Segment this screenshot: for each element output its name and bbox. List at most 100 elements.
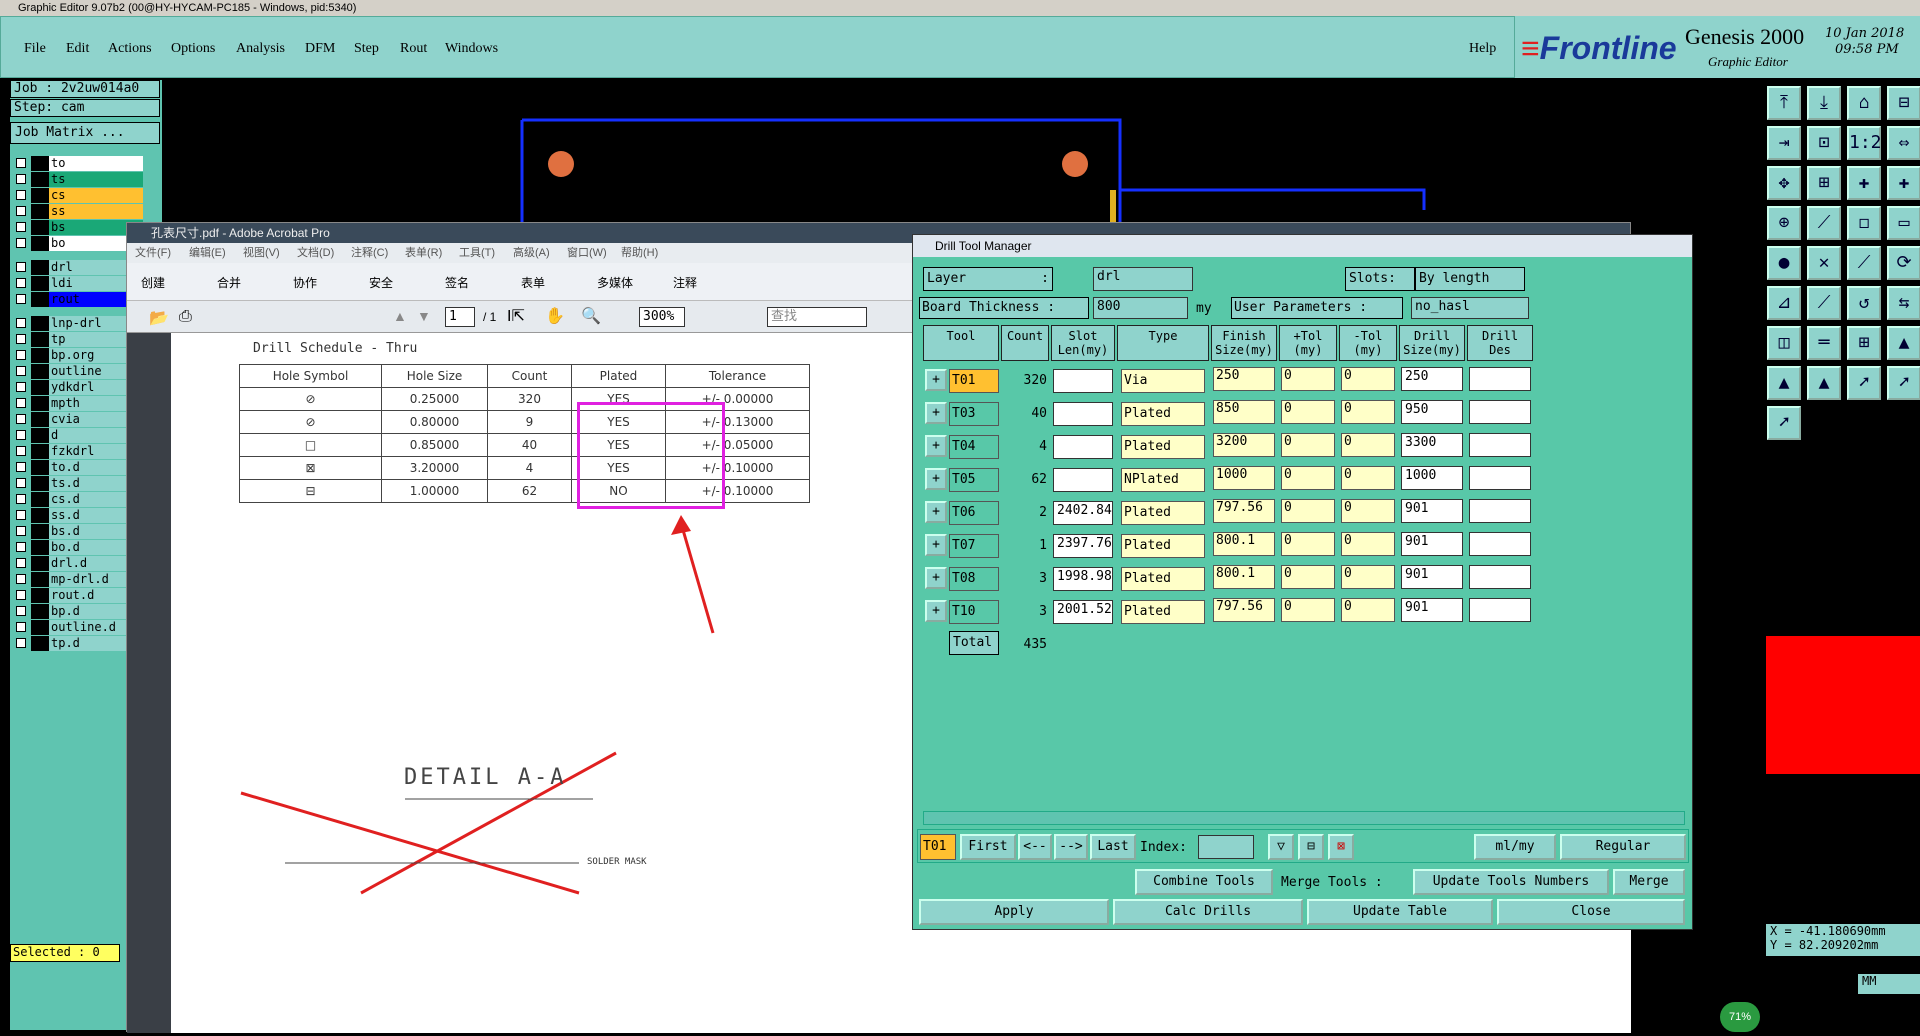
expand-icon[interactable]: + <box>925 567 947 589</box>
slot-len-input[interactable]: 2402.84 <box>1053 501 1113 525</box>
tool-button-icon[interactable]: ● <box>1767 246 1801 280</box>
close-button[interactable]: Close <box>1497 899 1685 925</box>
layer-checkbox[interactable] <box>16 398 26 408</box>
plus-tol-input[interactable]: 0 <box>1281 565 1335 589</box>
index-input[interactable] <box>1198 835 1254 859</box>
layer-checkbox[interactable] <box>16 382 26 392</box>
tool-button-icon[interactable]: 1:2 <box>1847 126 1882 160</box>
slot-len-input[interactable]: 2001.52 <box>1053 600 1113 624</box>
tool-button-icon[interactable]: ◻ <box>1847 206 1881 240</box>
drill-size-input[interactable]: 3300 <box>1401 433 1463 457</box>
expand-icon[interactable]: + <box>925 435 947 457</box>
acrobat-tool-button[interactable]: 协作 <box>293 274 317 291</box>
slot-len-input[interactable] <box>1053 468 1113 492</box>
plus-tol-input[interactable]: 0 <box>1281 367 1335 391</box>
tool-button-icon[interactable]: ✚ <box>1847 166 1881 200</box>
plus-tol-input[interactable]: 0 <box>1281 532 1335 556</box>
tool-button-icon[interactable]: ➚ <box>1767 406 1801 440</box>
page-input[interactable]: 1 <box>445 307 475 327</box>
layer-checkbox[interactable] <box>16 334 26 344</box>
tool-button-icon[interactable]: ⌂ <box>1847 86 1881 120</box>
tool-cell[interactable]: T07 <box>949 534 999 558</box>
layer-checkbox[interactable] <box>16 238 26 248</box>
tool-button-icon[interactable]: ⊕ <box>1767 206 1801 240</box>
tool-button-icon[interactable]: ⟳ <box>1887 246 1920 280</box>
tool-button-icon[interactable]: ➚ <box>1847 366 1881 400</box>
tool-button-icon[interactable]: ▲ <box>1887 326 1920 360</box>
units-select[interactable]: MM <box>1858 974 1920 994</box>
acrobat-menu-item[interactable]: 注释(C) <box>351 243 388 263</box>
next-button[interactable]: --> <box>1054 834 1088 860</box>
drill-size-input[interactable]: 901 <box>1401 598 1463 622</box>
tool-cell[interactable]: T01 <box>949 369 999 393</box>
layer-checkbox[interactable] <box>16 262 26 272</box>
acrobat-menu-item[interactable]: 文件(F) <box>135 243 171 263</box>
layer-value[interactable]: drl <box>1093 267 1193 291</box>
plus-tol-input[interactable]: 0 <box>1281 499 1335 523</box>
layer-checkbox[interactable] <box>16 494 26 504</box>
layer-checkbox[interactable] <box>16 574 26 584</box>
tool-button-icon[interactable]: ⟋ <box>1807 206 1841 240</box>
layer-checkbox[interactable] <box>16 206 26 216</box>
acrobat-tool-button[interactable]: 签名 <box>445 274 469 291</box>
sort-icon[interactable]: ⊟ <box>1298 834 1324 860</box>
layer-checkbox[interactable] <box>16 558 26 568</box>
layer-checkbox[interactable] <box>16 318 26 328</box>
slot-len-input[interactable] <box>1053 435 1113 459</box>
layer-checkbox[interactable] <box>16 366 26 376</box>
drill-size-input[interactable]: 250 <box>1401 367 1463 391</box>
acrobat-tool-button[interactable]: 多媒体 <box>597 274 633 291</box>
finish-size-input[interactable]: 800.1 <box>1213 565 1275 589</box>
type-dropdown[interactable]: Via <box>1121 369 1205 393</box>
type-dropdown[interactable]: Plated <box>1121 567 1205 591</box>
plus-tol-input[interactable]: 0 <box>1281 433 1335 457</box>
zoom-input[interactable]: 300% <box>639 307 685 327</box>
type-dropdown[interactable]: NPlated <box>1121 468 1205 492</box>
tool-button-icon[interactable]: ⊞ <box>1847 326 1881 360</box>
drill-des-input[interactable] <box>1469 565 1531 589</box>
drill-des-input[interactable] <box>1469 400 1531 424</box>
layer-checkbox[interactable] <box>16 462 26 472</box>
tool-button-icon[interactable]: ✕ <box>1807 246 1841 280</box>
tool-button-icon[interactable]: ⤒ <box>1767 86 1801 120</box>
expand-icon[interactable]: + <box>925 501 947 523</box>
finish-size-input[interactable]: 797.56 <box>1213 499 1275 523</box>
tool-button-icon[interactable]: ✥ <box>1767 166 1801 200</box>
tool-cell[interactable]: T04 <box>949 435 999 459</box>
finish-size-input[interactable]: 3200 <box>1213 433 1275 457</box>
hand-tool-icon[interactable]: ✋ <box>545 306 565 326</box>
type-dropdown[interactable]: Plated <box>1121 501 1205 525</box>
expand-icon[interactable]: + <box>925 402 947 424</box>
drill-des-input[interactable] <box>1469 532 1531 556</box>
acrobat-tool-button[interactable]: 创建 <box>141 274 165 291</box>
layer-checkbox[interactable] <box>16 542 26 552</box>
up-icon[interactable]: ▲ <box>393 308 407 324</box>
drill-size-input[interactable]: 901 <box>1401 565 1463 589</box>
menu-windows[interactable]: Windows <box>445 41 498 57</box>
layer-checkbox[interactable] <box>16 222 26 232</box>
finish-size-input[interactable]: 250 <box>1213 367 1275 391</box>
finish-size-input[interactable]: 797.56 <box>1213 598 1275 622</box>
merge-button[interactable]: Merge <box>1613 869 1685 895</box>
layer-checkbox[interactable] <box>16 294 26 304</box>
finish-size-input[interactable]: 1000 <box>1213 466 1275 490</box>
first-button[interactable]: First <box>960 834 1016 860</box>
minus-tol-input[interactable]: 0 <box>1341 565 1395 589</box>
type-dropdown[interactable]: Plated <box>1121 435 1205 459</box>
expand-icon[interactable]: + <box>925 468 947 490</box>
minus-tol-input[interactable]: 0 <box>1341 400 1395 424</box>
menu-edit[interactable]: Edit <box>66 41 89 57</box>
menu-actions[interactable]: Actions <box>108 41 152 57</box>
acrobat-tool-button[interactable]: 注释 <box>673 274 697 291</box>
tool-cell[interactable]: T10 <box>949 600 999 624</box>
update-numbers-dropdown[interactable]: Update Tools Numbers <box>1413 869 1609 895</box>
acrobat-menu-item[interactable]: 高级(A) <box>513 243 550 263</box>
layer-checkbox[interactable] <box>16 350 26 360</box>
layer-checkbox[interactable] <box>16 526 26 536</box>
type-dropdown[interactable]: Plated <box>1121 402 1205 426</box>
tool-cell[interactable]: T08 <box>949 567 999 591</box>
update-table-button[interactable]: Update Table <box>1307 899 1493 925</box>
drill-des-input[interactable] <box>1469 367 1531 391</box>
layer-checkbox[interactable] <box>16 278 26 288</box>
tool-button-icon[interactable]: ⤓ <box>1807 86 1841 120</box>
